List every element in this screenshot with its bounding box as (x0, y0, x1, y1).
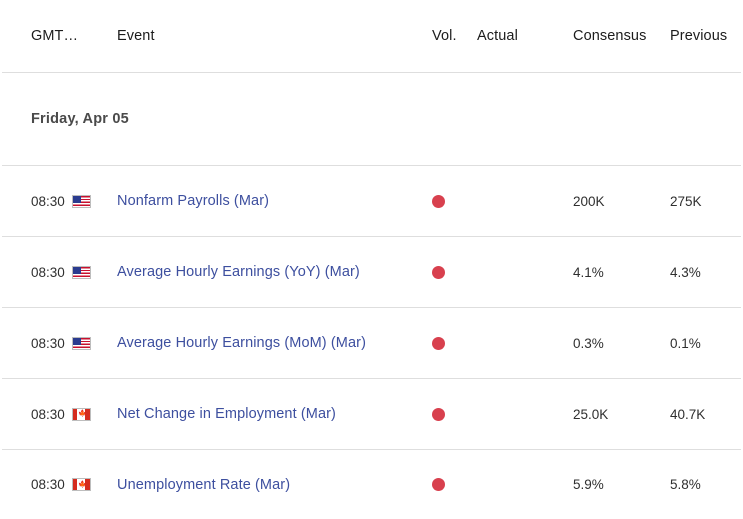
event-name-cell[interactable]: Net Change in Employment (Mar) (117, 406, 432, 422)
table-body: 08:30 Nonfarm Payrolls (Mar) 200K 275K 08:30… (0, 166, 743, 519)
date-group-header: Friday, Apr 05 (0, 73, 743, 165)
previous-value: 5.8% (670, 477, 701, 492)
volatility-cell (432, 478, 477, 491)
previous-value: 4.3% (670, 264, 701, 280)
event-link[interactable]: Average Hourly Earnings (YoY) (Mar) (117, 264, 360, 280)
event-link[interactable]: Nonfarm Payrolls (Mar) (117, 193, 269, 209)
table-row[interactable]: 08:30 🍁 Net Change in Employment (Mar) 25.0… (0, 379, 743, 449)
consensus-value: 200K (573, 193, 605, 209)
event-time-cell: 08:30 🍁 (31, 407, 117, 422)
volatility-cell (432, 336, 477, 350)
event-name-cell[interactable]: Average Hourly Earnings (YoY) (Mar) (117, 264, 432, 280)
ca-flag-icon: 🍁 (71, 478, 91, 491)
event-link[interactable]: Net Change in Employment (Mar) (117, 406, 336, 422)
volatility-cell (432, 194, 477, 208)
economic-calendar: GMT… Event Vol. Actual Consensus Previou… (0, 0, 743, 519)
event-time: 08:30 (31, 335, 65, 351)
previous-value: 275K (670, 193, 702, 209)
event-name-cell[interactable]: Nonfarm Payrolls (Mar) (117, 193, 432, 209)
previous-value: 40.7K (670, 406, 706, 422)
event-name-cell[interactable]: Average Hourly Earnings (MoM) (Mar) (117, 335, 432, 351)
event-time: 08:30 (31, 193, 65, 209)
volatility-dot-icon (432, 407, 445, 421)
previous-value: 0.1% (670, 335, 701, 351)
event-time-cell: 08:30 (31, 194, 117, 209)
event-name-cell[interactable]: Unemployment Rate (Mar) (117, 477, 432, 493)
table-row[interactable]: 08:30 Nonfarm Payrolls (Mar) 200K 275K (0, 166, 743, 236)
event-time-cell: 08:30 (31, 336, 117, 351)
table-header: GMT… Event Vol. Actual Consensus Previou… (0, 0, 743, 72)
ca-flag-icon: 🍁 (71, 407, 91, 421)
volatility-dot-icon (432, 194, 445, 208)
us-flag-icon (71, 194, 91, 208)
event-link[interactable]: Average Hourly Earnings (MoM) (Mar) (117, 335, 366, 351)
consensus-value: 25.0K (573, 406, 609, 422)
volatility-dot-icon (432, 265, 445, 279)
us-flag-icon (71, 336, 91, 350)
volatility-dot-icon (432, 336, 445, 350)
column-header-consensus[interactable]: Consensus (573, 28, 670, 44)
volatility-dot-icon (432, 478, 445, 491)
consensus-value: 0.3% (573, 335, 604, 351)
event-time-cell: 08:30 🍁 (31, 477, 117, 492)
event-link[interactable]: Unemployment Rate (Mar) (117, 477, 290, 493)
column-header-gmt[interactable]: GMT… (31, 28, 117, 44)
table-row[interactable]: 08:30 Average Hourly Earnings (MoM) (Mar)… (0, 308, 743, 378)
column-header-vol[interactable]: Vol. (432, 28, 477, 44)
date-group-label: Friday, Apr 05 (31, 111, 129, 127)
column-header-event[interactable]: Event (117, 28, 432, 44)
event-time-cell: 08:30 (31, 265, 117, 280)
volatility-cell (432, 265, 477, 279)
consensus-value: 4.1% (573, 264, 604, 280)
table-row[interactable]: 08:30 🍁 Unemployment Rate (Mar) 5.9% 5.8% (0, 450, 743, 519)
consensus-value: 5.9% (573, 477, 604, 492)
volatility-cell (432, 407, 477, 421)
table-row[interactable]: 08:30 Average Hourly Earnings (YoY) (Mar)… (0, 237, 743, 307)
event-time: 08:30 (31, 477, 65, 492)
column-header-previous[interactable]: Previous (670, 28, 743, 44)
event-time: 08:30 (31, 406, 65, 422)
column-header-actual[interactable]: Actual (477, 28, 573, 44)
event-time: 08:30 (31, 264, 65, 280)
us-flag-icon (71, 265, 91, 279)
